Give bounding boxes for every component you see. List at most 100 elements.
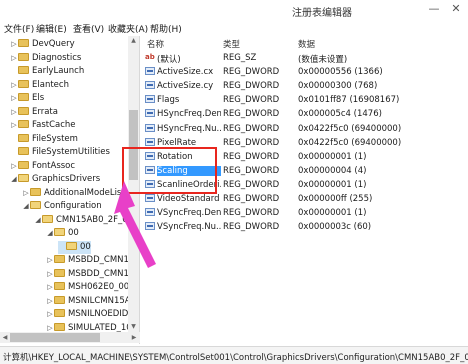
expand-arrow-icon[interactable]: ▷ — [10, 52, 18, 65]
annotation-highlight-box — [122, 147, 217, 194]
value-type: REG_DWORD — [223, 137, 280, 148]
value-data: (数值未设置) — [298, 55, 348, 65]
title-bar: 注册表编辑器 — ✕ — [0, 0, 468, 20]
value-name: HSyncFreq.Den... — [157, 109, 221, 120]
tree-item[interactable]: ▷ MSBDD_CMN15AB — [46, 254, 139, 267]
tree-item[interactable]: 00 — [58, 240, 91, 254]
tree-item[interactable]: ▷ Diagnostics — [10, 52, 81, 65]
value-type: REG_DWORD — [223, 179, 280, 190]
tree-item[interactable]: FileSystem — [10, 133, 78, 146]
menu-edit[interactable]: 编辑(E) — [36, 22, 67, 35]
tree-item[interactable]: ▷ Errata — [10, 106, 58, 119]
expand-arrow-icon[interactable]: ▷ — [10, 79, 18, 92]
value-data: 0x00000300 (768) — [298, 81, 378, 92]
tree-item-label: Els — [32, 93, 45, 103]
dword-value-icon — [145, 67, 155, 76]
collapse-arrow-icon[interactable]: ◢ — [34, 214, 42, 227]
value-row[interactable]: VSyncFreq.Nu... REG_DWORD 0x0000003c (60) — [141, 220, 468, 234]
menu-help[interactable]: 帮助(H) — [150, 22, 182, 35]
tree-item[interactable]: ◢ Configuration — [22, 200, 102, 213]
folder-icon — [54, 255, 65, 263]
expand-arrow-icon[interactable]: ▷ — [10, 119, 18, 132]
expand-arrow-icon[interactable]: ▷ — [46, 254, 54, 267]
value-row[interactable]: Flags REG_DWORD 0x0101ff87 (16908167) — [141, 93, 468, 107]
scroll-left-icon[interactable]: ◀ — [0, 332, 10, 343]
expand-arrow-icon[interactable]: ▷ — [10, 38, 18, 51]
menu-view[interactable]: 查看(V) — [73, 22, 104, 35]
value-name: ActiveSize.cx — [157, 67, 214, 78]
column-header-name[interactable]: 名称 — [147, 38, 164, 50]
tree-item[interactable]: ▷ Els — [10, 92, 44, 105]
folder-icon — [18, 106, 29, 115]
expand-arrow-icon[interactable]: ▷ — [10, 92, 18, 105]
value-type: REG_DWORD — [223, 123, 280, 134]
tree-item[interactable]: ▷ FontAssoc — [10, 160, 75, 173]
current-key-path: 计算机\HKEY_LOCAL_MACHINE\SYSTEM\ControlSet… — [3, 353, 468, 363]
scroll-right-icon[interactable]: ▶ — [129, 332, 139, 343]
tree-item[interactable]: ▷ MSH062E0_00_07 — [46, 281, 139, 294]
scroll-up-icon[interactable]: ▲ — [128, 36, 139, 46]
collapse-arrow-icon[interactable]: ◢ — [10, 173, 18, 186]
expand-arrow-icon[interactable]: ▷ — [10, 106, 18, 119]
close-button[interactable]: ✕ — [448, 2, 464, 16]
value-data: 0x0422f5c0 (69400000) — [298, 137, 402, 148]
value-type: REG_DWORD — [223, 151, 280, 162]
tree-item-label: FontAssoc — [32, 160, 76, 171]
value-row[interactable]: HSyncFreq.Den...REG_DWORD 0x000005c4 (147… — [141, 107, 468, 121]
tree-horizontal-scrollbar[interactable]: ◀ ▶ — [0, 332, 140, 343]
tree-item[interactable]: ▷ MSBDD_CMN15AB — [46, 268, 139, 281]
tree-item[interactable]: ◢ GraphicsDrivers — [10, 173, 100, 186]
value-data: 0x00000001 (1) — [298, 208, 367, 219]
menu-bar: 文件(F) 编辑(E) 查看(V) 收藏夹(A) 帮助(H) — [0, 20, 468, 36]
registry-tree[interactable]: ▷ DevQuery ▷ Diagnostics EarlyLaunch ▷ Elantec… — [0, 36, 140, 344]
minimize-button[interactable]: — — [426, 2, 442, 16]
value-type: REG_DWORD — [223, 194, 280, 204]
value-name: Flags — [157, 95, 180, 106]
tree-item[interactable]: ▷ AdditionalModeLists — [22, 187, 129, 200]
menu-file[interactable]: 文件(F) — [4, 22, 34, 35]
folder-icon — [54, 228, 65, 236]
column-header-data[interactable]: 数据 — [298, 38, 315, 50]
value-row[interactable]: VideoStandard REG_DWORD 0x000000ff (255) — [141, 192, 468, 206]
value-row[interactable]: ab (默认) REG_SZ (数值未设置) — [141, 51, 468, 65]
tree-item[interactable]: ▷ MSNILCMN15AB — [46, 295, 136, 308]
expand-arrow-icon[interactable]: ▷ — [46, 308, 54, 321]
folder-icon — [18, 147, 29, 155]
tree-item-label: FastCache — [32, 120, 76, 130]
expand-arrow-icon[interactable]: ▷ — [46, 268, 54, 281]
value-type: REG_DWORD — [223, 95, 280, 106]
value-data: 0x00000004 (4) — [298, 165, 367, 176]
tree-item-label: GraphicsDrivers — [32, 174, 101, 184]
scroll-down-icon[interactable]: ▼ — [128, 322, 139, 332]
value-name: VSyncFreq.Den... — [157, 208, 221, 219]
tree-item-label: DevQuery — [32, 39, 75, 49]
expand-arrow-icon[interactable]: ▷ — [46, 281, 54, 294]
dword-value-icon — [145, 123, 155, 132]
expand-arrow-icon[interactable]: ▷ — [46, 295, 54, 308]
expand-arrow-icon[interactable]: ▷ — [10, 160, 18, 173]
value-row[interactable]: ActiveSize.cx REG_DWORD 0x00000556 (1366) — [141, 65, 468, 79]
menu-favorites[interactable]: 收藏夹(A) — [108, 22, 148, 35]
value-data: 0x00000001 (1) — [298, 151, 367, 162]
tree-item[interactable]: ▷ FastCache — [10, 119, 76, 132]
tree-item[interactable]: ◢ CMN15AB0_2F_07DC — [34, 214, 139, 227]
expand-arrow-icon[interactable]: ▷ — [22, 187, 30, 200]
collapse-arrow-icon[interactable]: ◢ — [22, 200, 30, 213]
dword-value-icon — [145, 222, 155, 231]
scroll-thumb-horizontal[interactable] — [10, 333, 100, 342]
tree-item[interactable]: ▷ MSNILNOEDID_1 — [46, 308, 138, 321]
value-row[interactable]: VSyncFreq.Den...REG_DWORD 0x00000001 (1) — [141, 206, 468, 220]
tree-item[interactable]: ◢ 00 — [46, 227, 79, 240]
value-row[interactable]: HSyncFreq.Nu... REG_DWORD 0x0422f5c0 (6940… — [141, 122, 468, 136]
folder-icon — [18, 66, 29, 74]
tree-item[interactable]: ▷ Elantech — [10, 79, 69, 92]
collapse-arrow-icon[interactable]: ◢ — [46, 227, 54, 240]
tree-item[interactable]: EarlyLaunch — [10, 65, 84, 78]
folder-icon — [54, 322, 65, 331]
column-header-type[interactable]: 类型 — [223, 38, 240, 50]
value-type: REG_DWORD — [223, 109, 280, 120]
tree-item[interactable]: FileSystemUtilities — [10, 146, 110, 159]
tree-item[interactable]: ▷ DevQuery — [10, 38, 75, 51]
value-row[interactable]: ActiveSize.cy REG_DWORD 0x00000300 (768) — [141, 79, 468, 93]
value-data: 0x0422f5c0 (69400000) — [298, 123, 402, 134]
